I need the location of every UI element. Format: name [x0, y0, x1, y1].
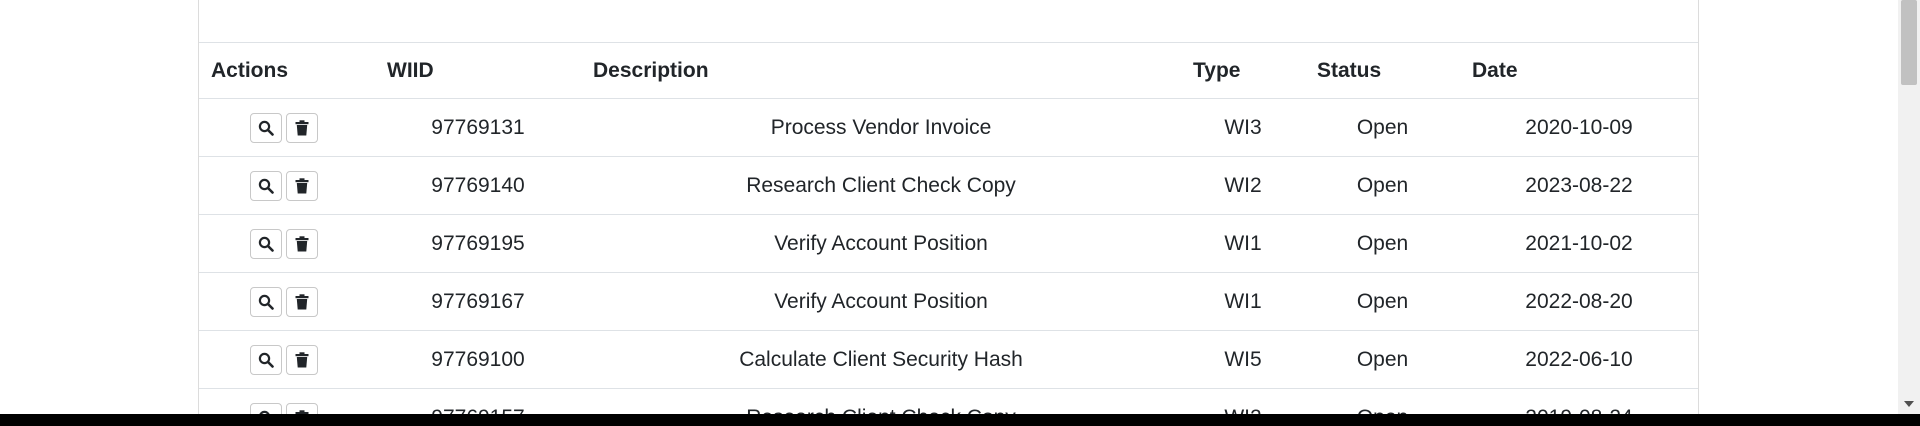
cell-type: WI3 — [1181, 98, 1305, 157]
cell-date: 2022-06-10 — [1460, 330, 1698, 389]
cell-description: Verify Account Position — [581, 272, 1181, 331]
trash-icon — [295, 177, 309, 193]
column-header-description[interactable]: Description — [581, 43, 1181, 99]
table-row: 97769195 Verify Account Position WI1 Ope… — [199, 214, 1698, 273]
trash-icon — [295, 119, 309, 135]
trash-icon — [295, 235, 309, 251]
table-row: 97769140 Research Client Check Copy WI2 … — [199, 156, 1698, 215]
table-row: 97769167 Verify Account Position WI1 Ope… — [199, 272, 1698, 331]
cell-type: WI5 — [1181, 330, 1305, 389]
cell-description: Research Client Check Copy — [581, 156, 1181, 215]
cell-date: 2021-10-02 — [1460, 214, 1698, 273]
cell-type: WI2 — [1181, 388, 1305, 414]
cell-wiid: 97769140 — [375, 156, 581, 215]
view-button[interactable] — [250, 170, 282, 201]
cell-status: Open — [1305, 156, 1460, 215]
table-row: 97769131 Process Vendor Invoice WI3 Open… — [199, 98, 1698, 157]
page-viewport: Actions WIID Description Type Status Dat… — [0, 0, 1898, 414]
scrollbar-thumb[interactable] — [1901, 0, 1917, 85]
cell-description: Calculate Client Security Hash — [581, 330, 1181, 389]
cell-type: WI2 — [1181, 156, 1305, 215]
vertical-scrollbar[interactable] — [1898, 0, 1920, 414]
cell-status: Open — [1305, 330, 1460, 389]
row-actions-cell — [199, 388, 375, 414]
cell-date: 2019-08-24 — [1460, 388, 1698, 414]
delete-button[interactable] — [286, 170, 318, 201]
delete-button[interactable] — [286, 228, 318, 259]
screen-bottom-edge — [0, 414, 1920, 426]
cell-wiid: 97769195 — [375, 214, 581, 273]
scroll-down-button[interactable] — [1898, 394, 1920, 414]
row-actions-cell — [199, 214, 375, 273]
cell-description: Process Vendor Invoice — [581, 98, 1181, 157]
work-items-panel: Actions WIID Description Type Status Dat… — [198, 0, 1699, 414]
chevron-down-icon — [1904, 400, 1914, 407]
search-icon — [258, 178, 274, 194]
cell-description: Verify Account Position — [581, 214, 1181, 273]
row-actions-cell — [199, 98, 375, 157]
search-icon — [258, 120, 274, 136]
row-actions-cell — [199, 272, 375, 331]
cell-description: Research Client Check Copy — [581, 388, 1181, 414]
panel-top-section — [199, 0, 1698, 43]
work-items-table: Actions WIID Description Type Status Dat… — [199, 43, 1698, 414]
cell-date: 2020-10-09 — [1460, 98, 1698, 157]
cell-status: Open — [1305, 272, 1460, 331]
column-header-status[interactable]: Status — [1305, 43, 1460, 99]
delete-button[interactable] — [286, 112, 318, 143]
delete-button[interactable] — [286, 286, 318, 317]
cell-date: 2023-08-22 — [1460, 156, 1698, 215]
search-icon — [258, 294, 274, 310]
row-actions-cell — [199, 330, 375, 389]
search-icon — [258, 352, 274, 368]
cell-status: Open — [1305, 98, 1460, 157]
cell-wiid: 97769157 — [375, 388, 581, 414]
table-row: 97769157 Research Client Check Copy WI2 … — [199, 388, 1698, 414]
table-header-row: Actions WIID Description Type Status Dat… — [199, 43, 1698, 99]
search-icon — [258, 236, 274, 252]
row-actions-cell — [199, 156, 375, 215]
table-row: 97769100 Calculate Client Security Hash … — [199, 330, 1698, 389]
cell-wiid: 97769100 — [375, 330, 581, 389]
cell-wiid: 97769167 — [375, 272, 581, 331]
column-header-date[interactable]: Date — [1460, 43, 1698, 99]
delete-button[interactable] — [286, 344, 318, 375]
view-button[interactable] — [250, 344, 282, 375]
cell-status: Open — [1305, 214, 1460, 273]
cell-wiid: 97769131 — [375, 98, 581, 157]
column-header-type[interactable]: Type — [1181, 43, 1305, 99]
cell-date: 2022-08-20 — [1460, 272, 1698, 331]
delete-button[interactable] — [286, 402, 318, 414]
trash-icon — [295, 351, 309, 367]
cell-type: WI1 — [1181, 272, 1305, 331]
view-button[interactable] — [250, 112, 282, 143]
view-button[interactable] — [250, 228, 282, 259]
view-button[interactable] — [250, 402, 282, 414]
trash-icon — [295, 293, 309, 309]
cell-status: Open — [1305, 388, 1460, 414]
column-header-wiid[interactable]: WIID — [375, 43, 581, 99]
view-button[interactable] — [250, 286, 282, 317]
column-header-actions: Actions — [199, 43, 375, 99]
cell-type: WI1 — [1181, 214, 1305, 273]
